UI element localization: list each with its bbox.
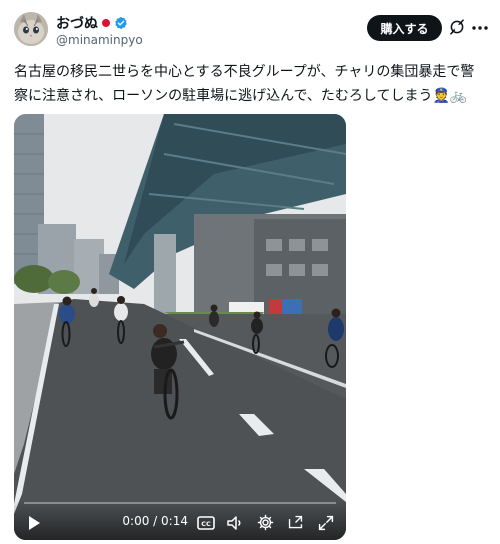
video-time: 0:00 / 0:14 <box>122 514 188 528</box>
avatar[interactable] <box>14 12 48 46</box>
settings-icon[interactable] <box>257 514 274 531</box>
user-name-row[interactable]: おづぬ <box>56 13 128 33</box>
post-emojis: 👮🚲 <box>432 88 468 104</box>
avatar-image <box>14 12 48 46</box>
post-body: 名古屋の移民二世らを中心とする不良グループが、チャリの集団暴走で警察に注意され、… <box>14 64 475 104</box>
grok-icon[interactable] <box>448 18 466 36</box>
display-name[interactable]: おづぬ <box>56 13 98 33</box>
fullscreen-icon[interactable] <box>318 515 334 531</box>
video-progress-bar[interactable] <box>24 502 336 504</box>
more-options-icon[interactable] <box>470 18 490 38</box>
play-icon[interactable] <box>26 515 42 531</box>
video-player[interactable]: 0:00 / 0:14 CC <box>14 114 346 540</box>
post-text: 名古屋の移民二世らを中心とする不良グループが、チャリの集団暴走で警察に注意され、… <box>14 60 486 108</box>
japan-flag-icon <box>102 19 110 27</box>
captions-icon[interactable]: CC <box>197 515 215 531</box>
video-frame <box>14 114 346 540</box>
volume-icon[interactable] <box>226 515 244 531</box>
buy-button[interactable]: 購入する <box>367 15 442 41</box>
user-handle[interactable]: @minaminpyo <box>56 33 143 47</box>
pip-icon[interactable] <box>287 514 304 531</box>
verified-badge-icon <box>115 16 127 30</box>
svg-text:CC: CC <box>201 520 211 528</box>
